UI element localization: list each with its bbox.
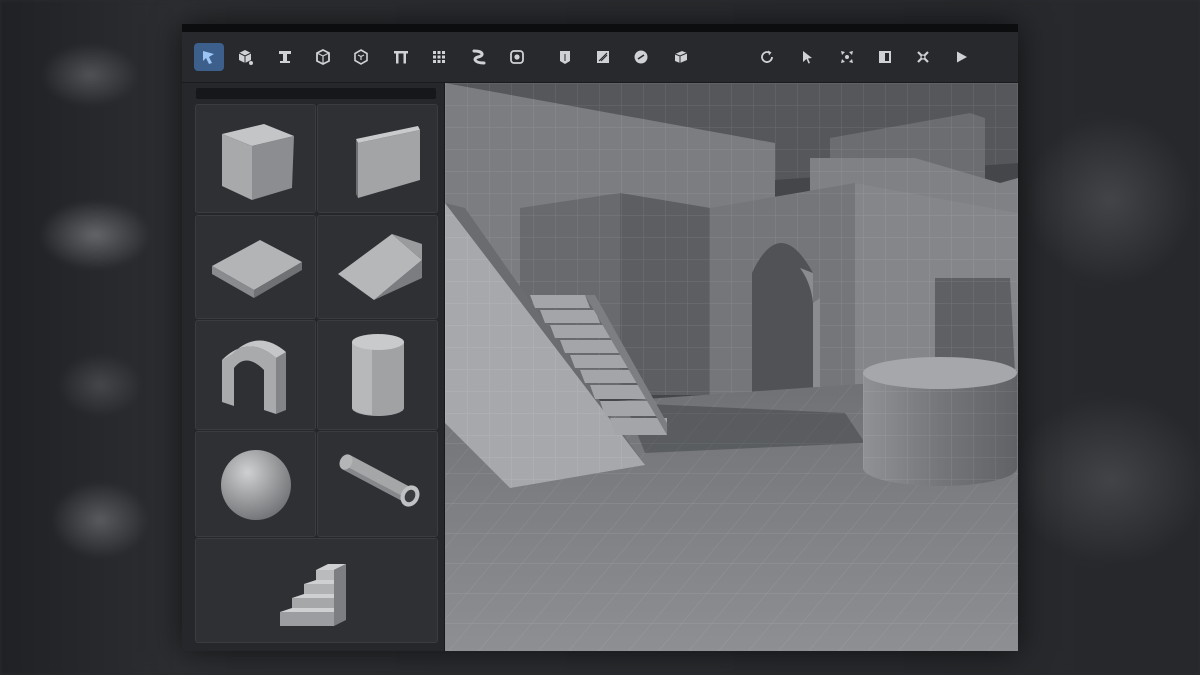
primitive-cube-tile[interactable] [195,104,316,213]
sphere-primitive-icon [220,450,291,520]
toolbar [182,32,1018,83]
box-icon [316,48,330,66]
cube-primitive-icon [221,123,294,200]
cylinder-primitive-icon [351,333,404,416]
cube-add-icon [238,50,253,65]
play-icon [957,51,967,63]
hex-box-icon [354,49,368,65]
primitive-arch-tile[interactable] [195,320,316,430]
column-tool-button[interactable] [270,43,300,71]
box-tool-button[interactable] [308,43,338,71]
primitive-pipe-tile[interactable] [317,431,438,537]
play-button[interactable] [946,43,976,71]
pillars-tool-button[interactable] [386,43,416,71]
package-icon [674,51,688,63]
editor-window [182,24,1018,651]
select-tool-icon [203,51,214,64]
floor-primitive-icon [211,240,302,298]
hex-box-tool-button[interactable] [346,43,376,71]
sphere-tool-button[interactable] [626,43,656,71]
primitive-stairs-tile[interactable] [195,538,438,643]
primitive-floor-tile[interactable] [195,215,316,319]
panel-icon [879,51,891,63]
primitive-cylinder-tile[interactable] [317,320,438,430]
shape-icon [510,50,524,64]
pillars-icon [394,51,408,64]
texture-icon [597,51,609,63]
primitive-sphere-tile[interactable] [195,431,316,537]
texture-tool-button[interactable] [588,43,618,71]
add-cube-button[interactable] [230,43,260,71]
primitive-ramp-tile[interactable] [317,215,438,319]
pipe-primitive-icon [339,454,419,507]
move-button[interactable] [832,43,862,71]
primitive-wall-tile[interactable] [317,104,438,213]
package-tool-button[interactable] [666,43,696,71]
ramp-primitive-icon [337,234,422,300]
pointer-button[interactable] [792,43,822,71]
grid-icon [433,51,445,63]
stairs-primitive-icon [279,563,346,626]
wall-tool-button[interactable] [550,43,580,71]
transform-button[interactable] [908,43,938,71]
wall-icon [560,51,570,64]
sphere-icon [634,50,648,64]
title-bar [182,24,1018,32]
column-icon [279,51,291,63]
cylinder-object [863,357,1017,486]
curve-icon [472,49,486,65]
curve-tool-button[interactable] [464,43,494,71]
shape-tool-button[interactable] [502,43,532,71]
scene-render [445,83,1018,651]
rotate-icon [761,50,773,63]
move-icon [841,51,853,63]
arch-primitive-icon [221,340,286,414]
3d-viewport[interactable] [445,83,1018,651]
rotate-button[interactable] [752,43,782,71]
select-tool-button[interactable] [194,43,224,71]
transform-icon [917,51,929,63]
primitives-panel [182,83,445,651]
pointer-icon [803,51,812,64]
wall-primitive-icon [355,125,420,198]
panel-search-bar[interactable] [196,88,436,99]
grid-tool-button[interactable] [424,43,454,71]
panel-button[interactable] [870,43,900,71]
